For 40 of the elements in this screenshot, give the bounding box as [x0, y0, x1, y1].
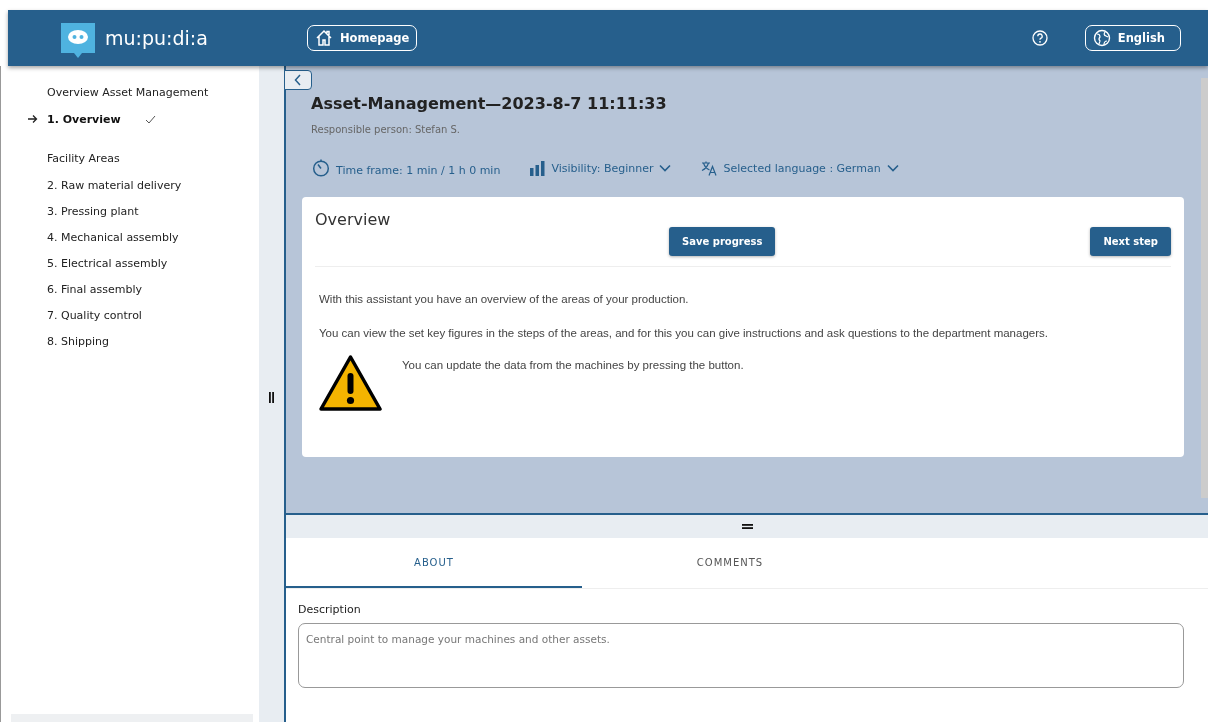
stopwatch-icon: [312, 159, 330, 177]
help-icon[interactable]: [1031, 30, 1048, 46]
section-heading: Facility Areas: [46, 151, 121, 167]
globe-icon: [1092, 29, 1111, 47]
save-progress-button[interactable]: Save progress: [669, 227, 776, 256]
drag-handle-icon[interactable]: [269, 392, 274, 403]
paragraph: With this assistant you have an overview of the areas of your production.: [319, 293, 690, 305]
logo-icon: [61, 23, 95, 59]
dropdown-label[interactable]: Selected language : German: [723, 161, 881, 175]
logo-text: mu:pu:di:a: [105, 27, 208, 49]
sidebar-item[interactable]: 8. Shipping: [47, 334, 109, 348]
language-button[interactable]: English: [1084, 25, 1181, 51]
bar-chart-icon: [530, 160, 546, 176]
sidebar-item[interactable]: 1. Overview: [47, 112, 121, 126]
field-label: Description: [298, 603, 362, 616]
sidebar-item[interactable]: 4. Mechanical assembly: [47, 230, 179, 244]
drag-handle-icon[interactable]: [741, 524, 753, 529]
warning-icon: [319, 355, 382, 411]
translate-icon: [701, 160, 718, 176]
dropdown-label[interactable]: Visibility: Beginner: [551, 161, 654, 175]
sidebar-item[interactable]: 2. Raw material delivery: [47, 178, 182, 192]
sidebar-item[interactable]: 6. Final assembly: [47, 282, 143, 296]
responsible-person: Responsible person: Stefan S.: [310, 124, 462, 135]
sidebar-item[interactable]: 5. Electrical assembly: [47, 256, 168, 270]
description-field[interactable]: Central point to manage your machines and other assets.: [298, 623, 1184, 688]
warning-text: You can update the data from the machines by pressing the button.: [402, 359, 744, 371]
homepage-button[interactable]: Homepage: [307, 25, 418, 51]
chevron-left-icon: [294, 74, 302, 86]
time-frame: Time frame: 1 min / 1 h 0 min: [336, 163, 501, 177]
sidebar-item[interactable]: 3. Pressing plant: [47, 204, 139, 218]
paragraph: You can view the set key figures in the steps of the areas, and for this you can give instructions and ask questions to the department managers.: [319, 327, 1049, 339]
next-step-button[interactable]: Next step: [1090, 227, 1171, 256]
collapse-button[interactable]: [284, 70, 312, 90]
section-heading: Overview Asset Management: [46, 85, 210, 101]
process-title: Asset-Management—2023-8-7 11:11:33: [310, 94, 668, 113]
home-icon: [315, 29, 333, 47]
chevron-down-icon: [659, 164, 672, 172]
chevron-down-icon: [886, 164, 899, 172]
step-title: Overview: [315, 210, 392, 229]
sidebar-item[interactable]: 7. Quality control: [47, 308, 142, 322]
